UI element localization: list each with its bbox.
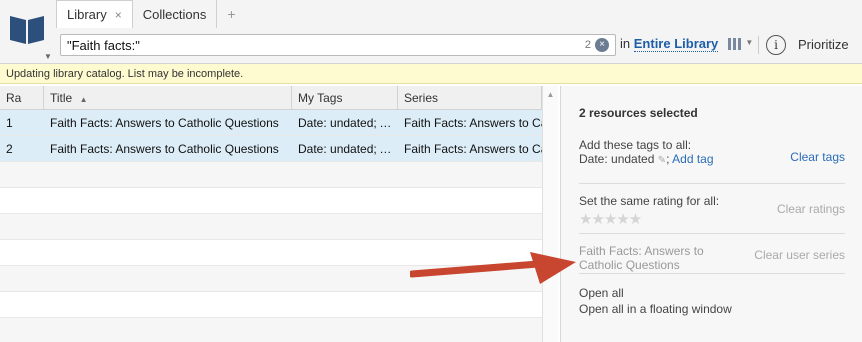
info-icon[interactable]: i: [766, 35, 786, 55]
column-series[interactable]: Series: [398, 86, 542, 110]
tags-section: Add these tags to all: Date: undated ✎; …: [579, 138, 845, 184]
clear-search-icon[interactable]: ×: [595, 38, 609, 52]
column-title[interactable]: Title ▲: [44, 86, 292, 110]
top-bar: ▼ Library × Collections + 2 × in Entire …: [0, 0, 862, 64]
edit-pencil-icon[interactable]: ✎: [658, 155, 666, 166]
selection-panel: 2 resources selected Add these tags to a…: [560, 86, 862, 342]
cell-rating: 1: [6, 116, 13, 130]
scope-prefix: in: [620, 36, 631, 51]
tab-collections-label: Collections: [142, 6, 207, 22]
empty-row: [0, 214, 558, 240]
library-book-icon[interactable]: [8, 12, 46, 46]
open-floating-link[interactable]: Open all in a floating window: [579, 302, 732, 316]
tab-close-icon[interactable]: ×: [115, 8, 122, 22]
add-tab-button[interactable]: +: [217, 0, 245, 28]
empty-row: [0, 318, 558, 342]
search-box: 2 ×: [60, 34, 616, 56]
cell-series: Faith Facts: Answers to Catholic Questio…: [404, 116, 542, 130]
tab-library[interactable]: Library ×: [56, 0, 133, 28]
empty-row: [0, 240, 558, 266]
search-input[interactable]: [67, 37, 585, 53]
clear-tags-button[interactable]: Clear tags: [790, 150, 845, 164]
empty-row: [0, 266, 558, 292]
search-scope: in Entire Library: [620, 36, 719, 52]
list-view-icon: [728, 38, 742, 50]
clear-user-series-button[interactable]: Clear user series: [754, 248, 845, 262]
plus-icon: +: [227, 6, 236, 22]
tags-value: Date: undated: [579, 152, 655, 166]
table-scrollbar[interactable]: ▲: [542, 86, 558, 342]
prioritize-button[interactable]: Prioritize: [798, 37, 849, 52]
cell-rating: 2: [6, 142, 13, 156]
column-my-tags[interactable]: My Tags: [292, 86, 398, 110]
scope-link[interactable]: Entire Library: [633, 36, 719, 52]
toolbar-divider: [758, 36, 759, 54]
cell-title: Faith Facts: Answers to Catholic Questio…: [50, 116, 279, 130]
table-header: Ra Title ▲ My Tags Series: [0, 86, 558, 110]
search-result-count: 2: [584, 39, 591, 51]
rating-section: Set the same rating for all: ★★★★★ Clear…: [579, 194, 845, 234]
clear-ratings-button[interactable]: Clear ratings: [777, 202, 845, 216]
panel-title: 2 resources selected: [579, 106, 698, 120]
cell-tags: Date: undated; Add tag: [298, 116, 398, 130]
column-rating[interactable]: Ra: [0, 86, 44, 110]
empty-row: [0, 188, 558, 214]
cell-title: Faith Facts: Answers to Catholic Questio…: [50, 142, 279, 156]
empty-row: [0, 162, 558, 188]
empty-row: [0, 292, 558, 318]
table-row[interactable]: 1 Faith Facts: Answers to Catholic Quest…: [0, 110, 558, 136]
add-tag-link[interactable]: Add tag: [672, 152, 713, 166]
chevron-down-icon: ▼: [745, 38, 754, 47]
cell-tags: Date: undated; Add tag: [298, 142, 398, 156]
open-actions: Open all Open all in a floating window: [579, 286, 732, 316]
logo-dropdown-caret-icon[interactable]: ▼: [44, 52, 52, 61]
library-table: Ra Title ▲ My Tags Series 1 Faith Facts:…: [0, 86, 558, 342]
scroll-up-icon[interactable]: ▲: [543, 90, 558, 99]
open-all-link[interactable]: Open all: [579, 286, 732, 300]
status-notice: Updating library catalog. List may be in…: [0, 64, 862, 84]
tab-collections[interactable]: Collections: [133, 0, 218, 28]
tab-strip: Library × Collections +: [56, 0, 246, 28]
sort-ascending-icon: ▲: [79, 95, 88, 104]
tab-library-label: Library: [67, 7, 107, 22]
column-title-label: Title: [50, 91, 73, 105]
table-row[interactable]: 2 Faith Facts: Answers to Catholic Quest…: [0, 136, 558, 162]
series-section: Faith Facts: Answers to Catholic Questio…: [579, 244, 845, 274]
cell-series: Faith Facts: Answers to Catholic Questio…: [404, 142, 542, 156]
view-mode-button[interactable]: ▼: [728, 38, 754, 52]
